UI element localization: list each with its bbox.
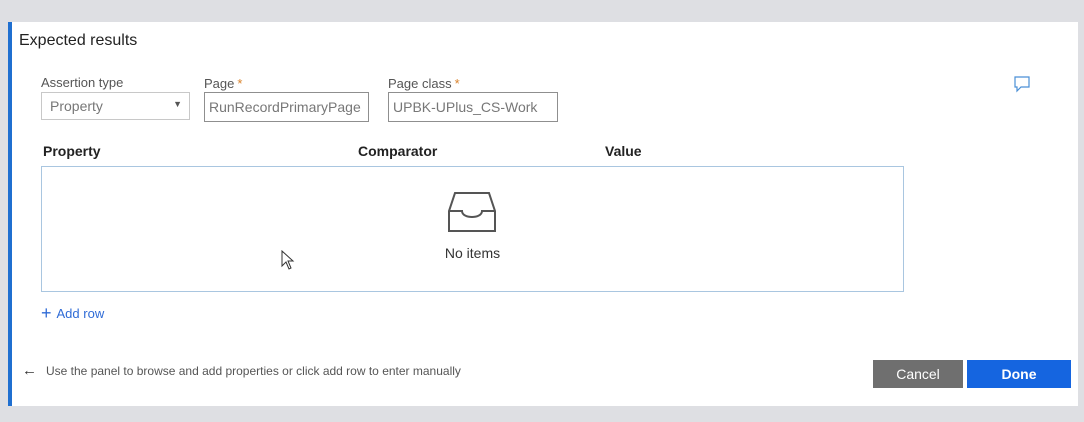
required-marker: * [454, 76, 460, 91]
column-header-comparator[interactable]: Comparator [358, 143, 437, 159]
hint-text: Use the panel to browse and add properti… [46, 363, 461, 378]
comment-icon[interactable] [1012, 74, 1032, 94]
required-marker: * [237, 76, 243, 91]
assertion-type-label: Assertion type [41, 75, 124, 90]
page-label: Page * [204, 76, 243, 91]
expected-results-panel: Expected results Assertion type Property… [8, 22, 1078, 406]
column-header-value[interactable]: Value [605, 143, 642, 159]
page-class-input[interactable]: UPBK-UPlus_CS-Work [388, 92, 558, 122]
properties-table: No items [41, 166, 904, 292]
assertion-type-value: Property [50, 98, 103, 114]
mouse-cursor-icon [281, 250, 295, 270]
inbox-icon [448, 192, 496, 232]
add-row-label: Add row [56, 305, 105, 321]
plus-icon: + [41, 303, 52, 323]
column-header-property[interactable]: Property [43, 143, 101, 159]
cancel-button[interactable]: Cancel [873, 360, 963, 388]
panel-title: Expected results [19, 32, 138, 49]
arrow-left-icon[interactable]: ← [22, 362, 37, 379]
panel-hint: ← Use the panel to browse and add proper… [22, 362, 461, 379]
caret-down-icon: ▼ [173, 99, 182, 109]
page-input[interactable]: RunRecordPrimaryPage [204, 92, 369, 122]
add-row-button[interactable]: + Add row [41, 304, 104, 322]
empty-state-text: No items [444, 245, 501, 261]
assertion-type-select[interactable]: Property ▼ [41, 92, 190, 120]
done-button[interactable]: Done [967, 360, 1071, 388]
page-class-label: Page class * [388, 76, 460, 91]
